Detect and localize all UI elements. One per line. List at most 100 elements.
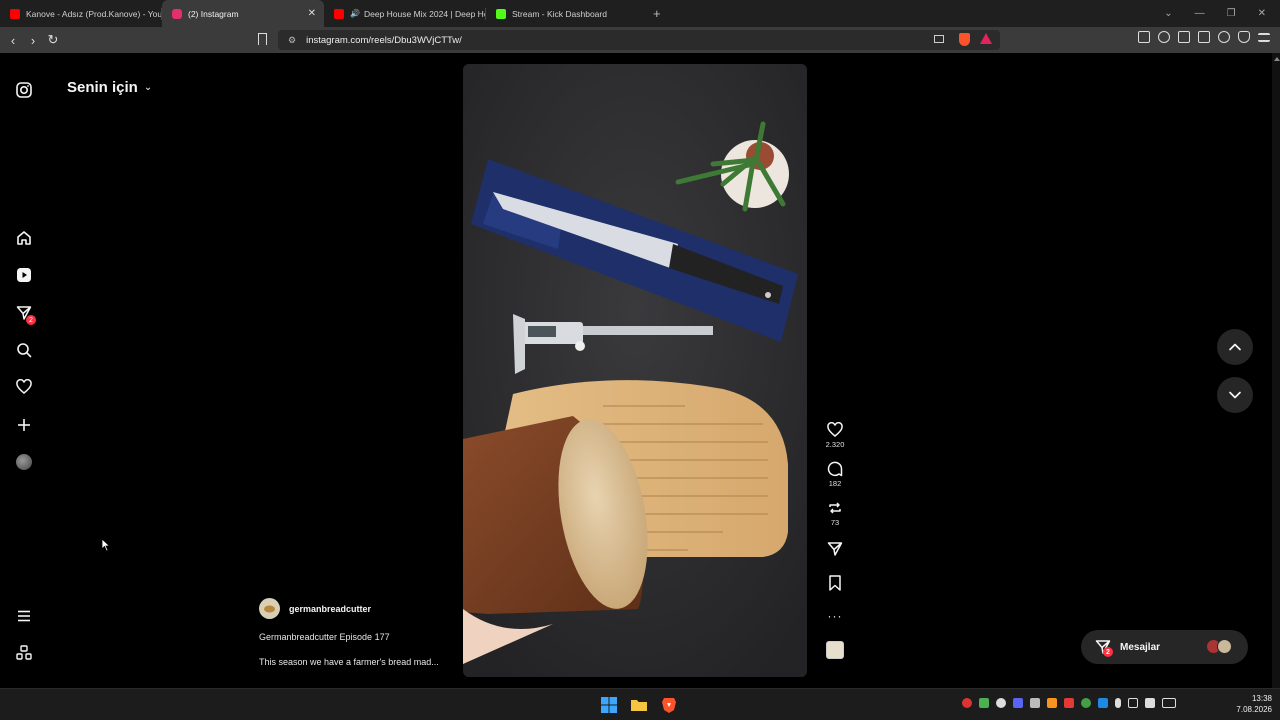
repost-icon[interactable]	[827, 500, 843, 516]
tab-deep-house-mix[interactable]: 🔊 Deep House Mix 2024 | Deep House	[324, 0, 486, 27]
window-controls: ⌄ — ❐ ✕	[1164, 0, 1280, 27]
network-icon[interactable]	[1128, 698, 1138, 708]
wallet-icon[interactable]	[1198, 31, 1210, 43]
tab-title: Deep House Mix 2024 | Deep House	[363, 8, 486, 19]
create-plus-icon[interactable]	[14, 415, 34, 435]
home-icon[interactable]	[14, 228, 34, 248]
author-avatar[interactable]	[259, 598, 280, 619]
messages-badge: 2	[1103, 647, 1113, 657]
repost-count: 73	[830, 518, 840, 527]
clock-date: 7.08.2026	[1236, 705, 1272, 714]
chevron-down-icon: ⌄	[143, 82, 153, 93]
tab-search-icon[interactable]: ⌄	[1164, 8, 1172, 19]
brave-browser-icon[interactable]	[660, 696, 678, 714]
maximize-icon[interactable]: ❐	[1227, 8, 1236, 19]
messages-button[interactable]: 2 Mesajlar	[1081, 630, 1248, 664]
more-options-icon[interactable]: ···	[828, 609, 843, 623]
tab-kick-dashboard[interactable]: Stream - Kick Dashboard	[486, 0, 648, 27]
tray-app-icon[interactable]	[1047, 698, 1057, 708]
previous-reel-button[interactable]	[1217, 329, 1253, 365]
instagram-logo-icon[interactable]	[14, 80, 34, 100]
sidebar-icon[interactable]	[1178, 31, 1190, 43]
taskbar-apps	[600, 696, 678, 714]
close-window-icon[interactable]: ✕	[1258, 8, 1266, 19]
brave-rewards-icon[interactable]	[980, 33, 992, 44]
cast-icon[interactable]	[934, 35, 944, 43]
tray-app-icon[interactable]	[1081, 698, 1091, 708]
tab-title: (2) Instagram	[188, 8, 239, 19]
minimize-icon[interactable]: —	[1195, 8, 1205, 19]
reel-video[interactable]	[463, 64, 807, 677]
site-settings-icon[interactable]: ⚙	[288, 35, 296, 46]
tray-app-icon[interactable]	[996, 698, 1006, 708]
tray-app-icon[interactable]	[962, 698, 972, 708]
extension-icons	[1138, 31, 1270, 43]
address-bar[interactable]: ⚙ instagram.com/reels/Dbu3WVjCTTw/	[278, 30, 1000, 50]
feed-title: Senin için	[67, 79, 138, 96]
tab-title: Kanove - Adsız (Prod.Kanove) - YouTube	[26, 8, 162, 19]
reel-actions: 2.320 182 73 ···	[822, 422, 848, 659]
youtube-favicon-icon	[334, 8, 344, 19]
menu-icon[interactable]	[1258, 33, 1270, 42]
notifications-heart-icon[interactable]	[14, 377, 34, 397]
close-tab-icon[interactable]: ✕	[308, 8, 316, 19]
tray-app-icon[interactable]	[1098, 698, 1108, 708]
caption-description[interactable]: This season we have a farmer's bread mad…	[259, 657, 459, 667]
like-action[interactable]: 2.320	[826, 422, 844, 449]
repost-action[interactable]: 73	[827, 500, 843, 527]
caption-title: Germanbreadcutter Episode 177	[259, 632, 390, 642]
page-scrollbar[interactable]	[1272, 53, 1280, 688]
brave-shields-icon[interactable]	[959, 33, 970, 46]
back-icon[interactable]: ‹	[3, 33, 23, 48]
media-control-icon[interactable]	[1158, 31, 1170, 43]
reels-icon[interactable]	[14, 265, 34, 285]
notification-badge: 2	[26, 315, 36, 325]
nvidia-icon[interactable]	[979, 698, 989, 708]
system-tray	[962, 698, 1176, 708]
comment-icon[interactable]	[827, 461, 843, 477]
more-menu-icon[interactable]	[14, 606, 34, 626]
profile-avatar[interactable]	[14, 452, 34, 472]
audio-playing-icon[interactable]: 🔊	[350, 9, 360, 18]
heart-icon[interactable]	[827, 422, 843, 438]
comment-action[interactable]: 182	[827, 461, 843, 488]
windows-start-icon[interactable]	[600, 696, 618, 714]
tray-app-icon[interactable]	[1030, 698, 1040, 708]
vpn-icon[interactable]	[1238, 31, 1250, 43]
clock-time: 13:38	[1251, 694, 1272, 703]
save-action[interactable]	[828, 575, 842, 591]
search-icon[interactable]	[14, 340, 34, 360]
new-tab-button[interactable]: +	[653, 6, 661, 21]
author-username[interactable]: germanbreadcutter	[289, 604, 371, 614]
reel-caption: germanbreadcutter Germanbreadcutter Epis…	[259, 598, 459, 667]
message-avatars	[1206, 639, 1232, 654]
youtube-favicon-icon	[10, 8, 20, 19]
share-action[interactable]	[827, 541, 843, 557]
volume-icon[interactable]	[1145, 698, 1155, 708]
taskbar-clock[interactable]: 13:38 7.08.2026	[1236, 693, 1272, 715]
tray-app-icon[interactable]	[1064, 698, 1074, 708]
discord-icon[interactable]	[1013, 698, 1023, 708]
microphone-icon[interactable]	[1115, 698, 1121, 708]
avatar	[1217, 639, 1232, 654]
file-explorer-icon[interactable]	[630, 696, 648, 714]
battery-icon[interactable]	[1162, 698, 1176, 708]
extensions-icon[interactable]	[1138, 31, 1150, 43]
windows-taskbar: 13:38 7.08.2026	[0, 688, 1280, 720]
tab-youtube-kanove[interactable]: Kanove - Adsız (Prod.Kanove) - YouTube	[0, 0, 162, 27]
forward-icon[interactable]: ›	[23, 33, 43, 48]
leo-ai-icon[interactable]	[1218, 31, 1230, 43]
bookmark-page-icon[interactable]	[258, 33, 267, 45]
also-from-meta-icon[interactable]	[14, 643, 34, 663]
tab-instagram[interactable]: (2) Instagram ✕	[162, 0, 324, 27]
audio-thumbnail[interactable]	[826, 641, 844, 659]
share-icon[interactable]	[827, 541, 843, 557]
direct-messages-icon: 2	[1095, 639, 1113, 657]
url-text: instagram.com/reels/Dbu3WVjCTTw/	[306, 34, 462, 46]
feed-selector[interactable]: Senin için ⌄	[67, 79, 152, 96]
reel-author[interactable]: germanbreadcutter	[259, 598, 459, 619]
bookmark-icon[interactable]	[828, 575, 842, 591]
direct-messages-icon[interactable]: 2	[14, 303, 36, 325]
next-reel-button[interactable]	[1217, 377, 1253, 413]
reload-icon[interactable]: ↻	[43, 32, 63, 48]
